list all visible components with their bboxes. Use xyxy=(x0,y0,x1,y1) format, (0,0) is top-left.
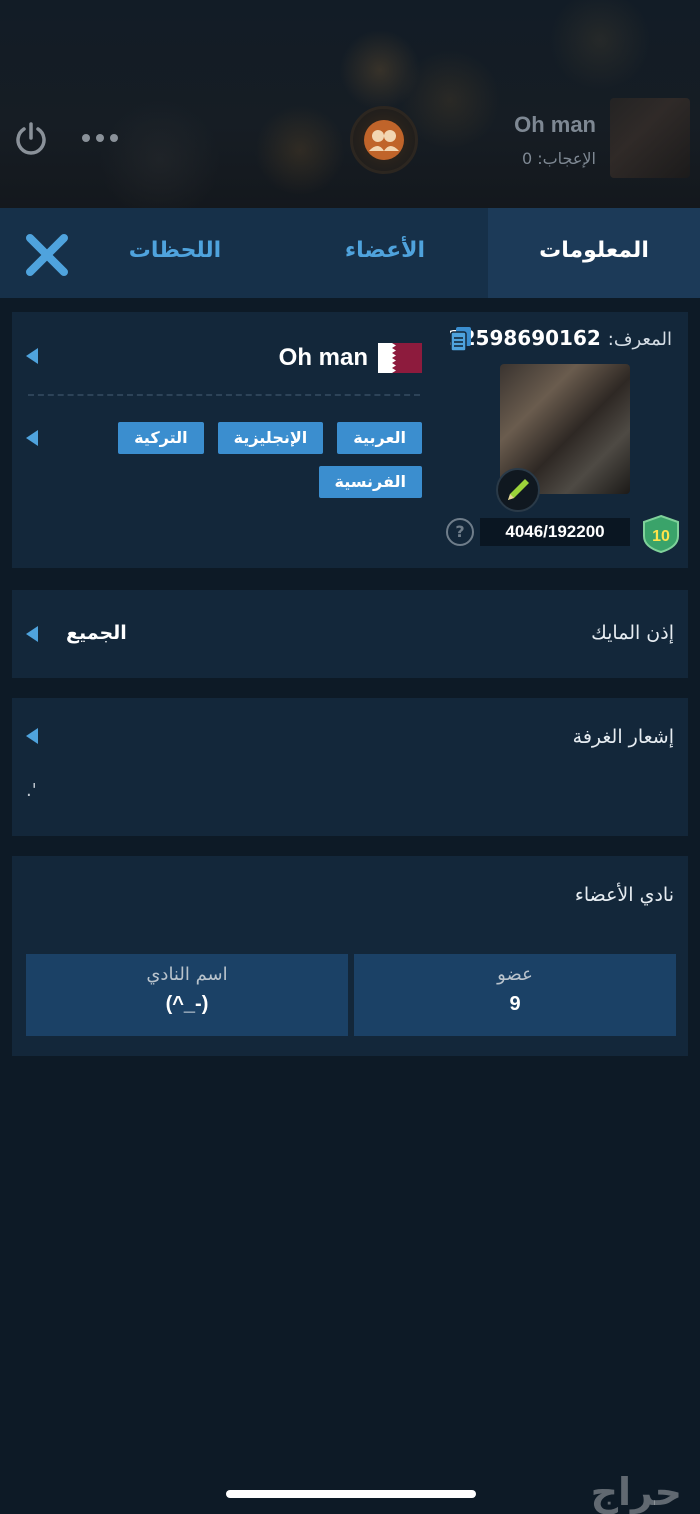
language-tag: الإنجليزية xyxy=(217,422,324,454)
room-name-row: Oh man xyxy=(279,340,422,376)
room-name: Oh man xyxy=(278,344,368,371)
room-thumbnail[interactable] xyxy=(610,98,690,178)
room-title: Oh man xyxy=(514,112,596,137)
member-label: عضو xyxy=(497,964,533,985)
chevron-left-icon[interactable] xyxy=(26,728,38,744)
level-value: 10 xyxy=(652,528,670,545)
chevron-left-icon[interactable] xyxy=(26,626,38,642)
club-name-value: (^_-) xyxy=(165,993,209,1015)
power-icon[interactable] xyxy=(12,120,50,158)
mic-permission-row[interactable]: إذن المايك الجميع xyxy=(12,590,688,678)
mic-permission-value: الجميع xyxy=(66,622,127,644)
level-badge-icon: 10 xyxy=(643,514,679,554)
likes-count: الإعجاب: 0 xyxy=(521,149,596,168)
language-tag: الفرنسية xyxy=(318,466,422,498)
tab-members[interactable]: الأعضاء xyxy=(270,208,500,298)
room-info-panel: المعرف: 12598690162 4046/192200 10 ? Oh … xyxy=(12,312,688,568)
room-notice-panel[interactable]: إشعار الغرفة .' xyxy=(12,698,688,836)
club-member-count: عضو 9 xyxy=(354,954,676,1036)
language-tags: العربية الإنجليزية التركية الفرنسية xyxy=(78,422,422,498)
club-name-cell: اسم النادي (^_-) xyxy=(26,954,348,1036)
club-name-label: اسم النادي xyxy=(146,964,228,985)
member-value: 9 xyxy=(509,993,521,1015)
tab-moments[interactable]: اللحظات xyxy=(80,208,270,298)
members-club-title: نادي الأعضاء xyxy=(574,884,674,906)
language-tag: العربية xyxy=(337,422,422,454)
chevron-left-icon[interactable] xyxy=(26,430,38,446)
close-icon[interactable] xyxy=(24,232,70,278)
help-icon[interactable]: ? xyxy=(446,518,474,546)
qatar-flag-icon xyxy=(378,343,422,373)
room-badge-icon[interactable] xyxy=(350,106,418,174)
divider xyxy=(28,394,420,396)
xp-progress: 4046/192200 xyxy=(480,518,630,546)
room-header: Oh man الإعجاب: 0 xyxy=(0,0,700,208)
room-id: المعرف: 12598690162 xyxy=(448,326,672,350)
language-tag: التركية xyxy=(118,422,204,454)
room-notice-text: .' xyxy=(26,780,37,801)
watermark-logo: حراج xyxy=(590,1470,682,1514)
copy-icon[interactable] xyxy=(450,326,472,352)
members-club-panel: نادي الأعضاء عضو 9 اسم النادي (^_-) xyxy=(12,856,688,1056)
tab-bar: المعلومات الأعضاء اللحظات xyxy=(0,208,700,298)
edit-icon[interactable] xyxy=(496,468,540,512)
home-indicator[interactable] xyxy=(226,1490,476,1498)
tab-info[interactable]: المعلومات xyxy=(488,208,700,298)
chevron-left-icon[interactable] xyxy=(26,348,38,364)
room-id-label: المعرف: xyxy=(607,329,672,350)
room-notice-label: إشعار الغرفة xyxy=(572,726,674,748)
more-options-icon[interactable] xyxy=(80,124,122,152)
mic-permission-label: إذن المايك xyxy=(591,622,674,644)
